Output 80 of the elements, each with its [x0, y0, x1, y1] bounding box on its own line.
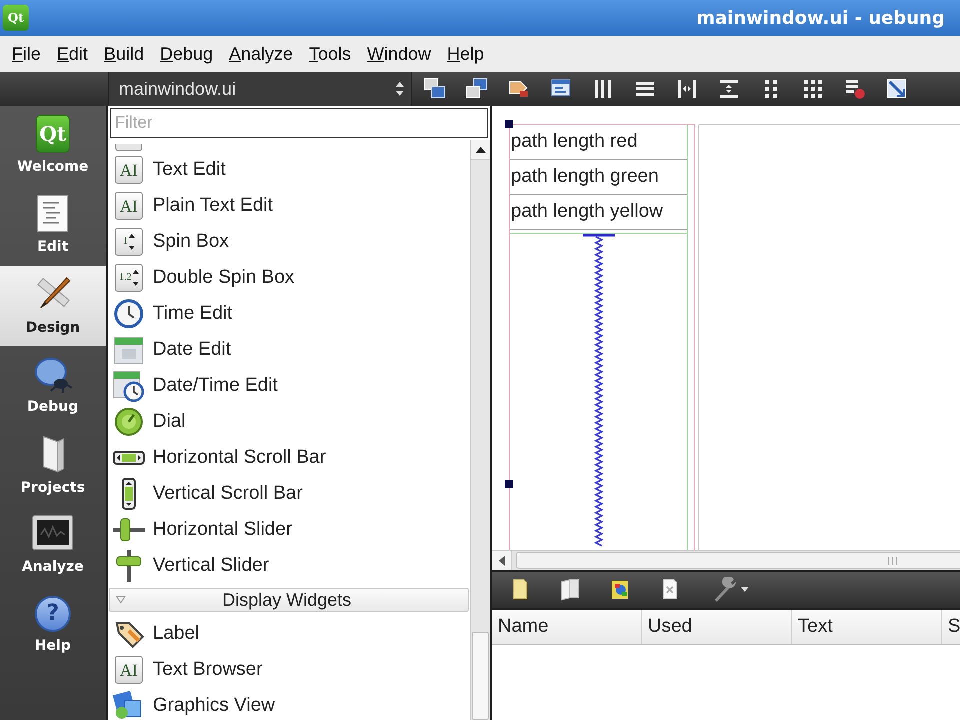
horizontal-slider-icon — [113, 517, 145, 543]
picture-page-icon[interactable] — [609, 578, 631, 602]
calendar-icon — [114, 335, 144, 365]
widget-item[interactable]: Vertical Slider — [108, 548, 470, 584]
widget-item[interactable]: Graphics View — [108, 688, 470, 720]
form-label[interactable]: path length green — [510, 160, 687, 195]
menu-item[interactable]: Tools — [301, 40, 360, 68]
category-header[interactable]: Display Widgets — [109, 588, 469, 612]
menu-item[interactable]: Analyze — [221, 40, 302, 68]
tag-icon — [113, 619, 145, 649]
mode-button[interactable]: Projects — [0, 426, 106, 506]
menu-item[interactable]: File — [4, 40, 50, 68]
form-label[interactable]: path length red — [510, 125, 687, 160]
bars-arrows-icon[interactable] — [717, 77, 741, 101]
widget-item[interactable]: Date/Time Edit — [108, 368, 470, 404]
column-header[interactable]: Name — [492, 610, 642, 644]
vertical-slider-icon — [115, 550, 143, 582]
widget-item[interactable]: Vertical Scroll Bar — [108, 476, 470, 512]
text-icon: AI — [115, 656, 143, 684]
form-label[interactable]: path length yellow — [510, 195, 687, 230]
logo-tile: Qt — [36, 114, 70, 152]
bars-arrows-icon[interactable] — [675, 77, 699, 101]
widget-item[interactable]: Time Edit — [108, 296, 470, 332]
spin-box-icon: 1.2 — [115, 264, 143, 292]
scroll-up-button[interactable] — [471, 140, 490, 160]
overlapping-windows-icon[interactable] — [465, 77, 489, 101]
widget-item[interactable]: AI Text Edit — [108, 152, 470, 188]
widget-item[interactable]: Horizontal Scroll Bar — [108, 440, 470, 476]
menu-item[interactable]: Build — [96, 40, 152, 68]
left-arrow-icon — [498, 556, 504, 566]
mode-button[interactable]: Analyze — [0, 506, 106, 586]
mode-button[interactable]: Edit — [0, 186, 106, 266]
clock-icon — [114, 299, 144, 329]
caret-icon[interactable] — [741, 587, 749, 593]
scrollbar-thumb[interactable] — [472, 632, 489, 720]
help-icon: ? — [35, 596, 71, 632]
column-header[interactable]: S — [942, 610, 960, 644]
column-header[interactable]: Used — [642, 610, 792, 644]
overlapping-windows-icon[interactable] — [423, 77, 447, 101]
selection-handle[interactable] — [505, 120, 513, 128]
selection-handle[interactable] — [505, 480, 513, 488]
mode-button[interactable]: Design — [0, 266, 106, 346]
horizontal-scrollbar-icon — [113, 450, 145, 466]
menu-item[interactable]: Help — [439, 40, 492, 68]
document-selector[interactable]: mainwindow.ui — [108, 72, 412, 106]
widget-item[interactable]: Label — [108, 616, 470, 652]
calendar-clock-icon — [113, 370, 145, 402]
text-icon: AI — [115, 192, 143, 220]
menu-item[interactable]: Window — [359, 40, 440, 68]
up-arrow-icon — [476, 146, 486, 152]
window-title: mainwindow.ui - uebung — [696, 6, 946, 30]
widget-item[interactable]: Date Edit — [108, 332, 470, 368]
scroll-left-button[interactable] — [492, 551, 512, 570]
text-icon: AI — [115, 156, 143, 184]
up-down-arrows-icon — [395, 81, 405, 97]
monitor-icon — [32, 514, 74, 552]
vertical-scrollbar-icon — [121, 478, 137, 510]
widget-item[interactable]: 1.2 Double Spin Box — [108, 260, 470, 296]
frame-icon — [115, 144, 143, 152]
wrench-icon[interactable] — [713, 577, 739, 603]
mode-button[interactable]: Qt Welcome — [0, 106, 106, 186]
filter-field[interactable]: Filter — [110, 108, 488, 138]
document-icon — [36, 194, 70, 232]
column-header[interactable]: Text — [792, 610, 942, 644]
grid-icon[interactable] — [801, 77, 825, 101]
widget-item[interactable]: AI Text Browser — [108, 652, 470, 688]
open-book-icon[interactable] — [559, 578, 581, 602]
menu-item[interactable]: Edit — [49, 40, 96, 68]
widget-item[interactable]: AI Plain Text Edit — [108, 188, 470, 224]
mode-button[interactable]: ? Help — [0, 586, 106, 666]
dial-icon — [114, 407, 144, 437]
widget-item[interactable]: Dial — [108, 404, 470, 440]
grip-icon — [888, 556, 898, 566]
widget-item[interactable]: Horizontal Slider — [108, 512, 470, 548]
app-logo: Qt — [3, 5, 29, 31]
spin-box-icon: 1 — [115, 228, 143, 256]
widget-item[interactable]: 1 Spin Box — [108, 224, 470, 260]
menu-item[interactable]: Debug — [152, 40, 222, 68]
scrollbar-thumb[interactable] — [516, 552, 960, 569]
mode-button[interactable]: Debug — [0, 346, 106, 426]
